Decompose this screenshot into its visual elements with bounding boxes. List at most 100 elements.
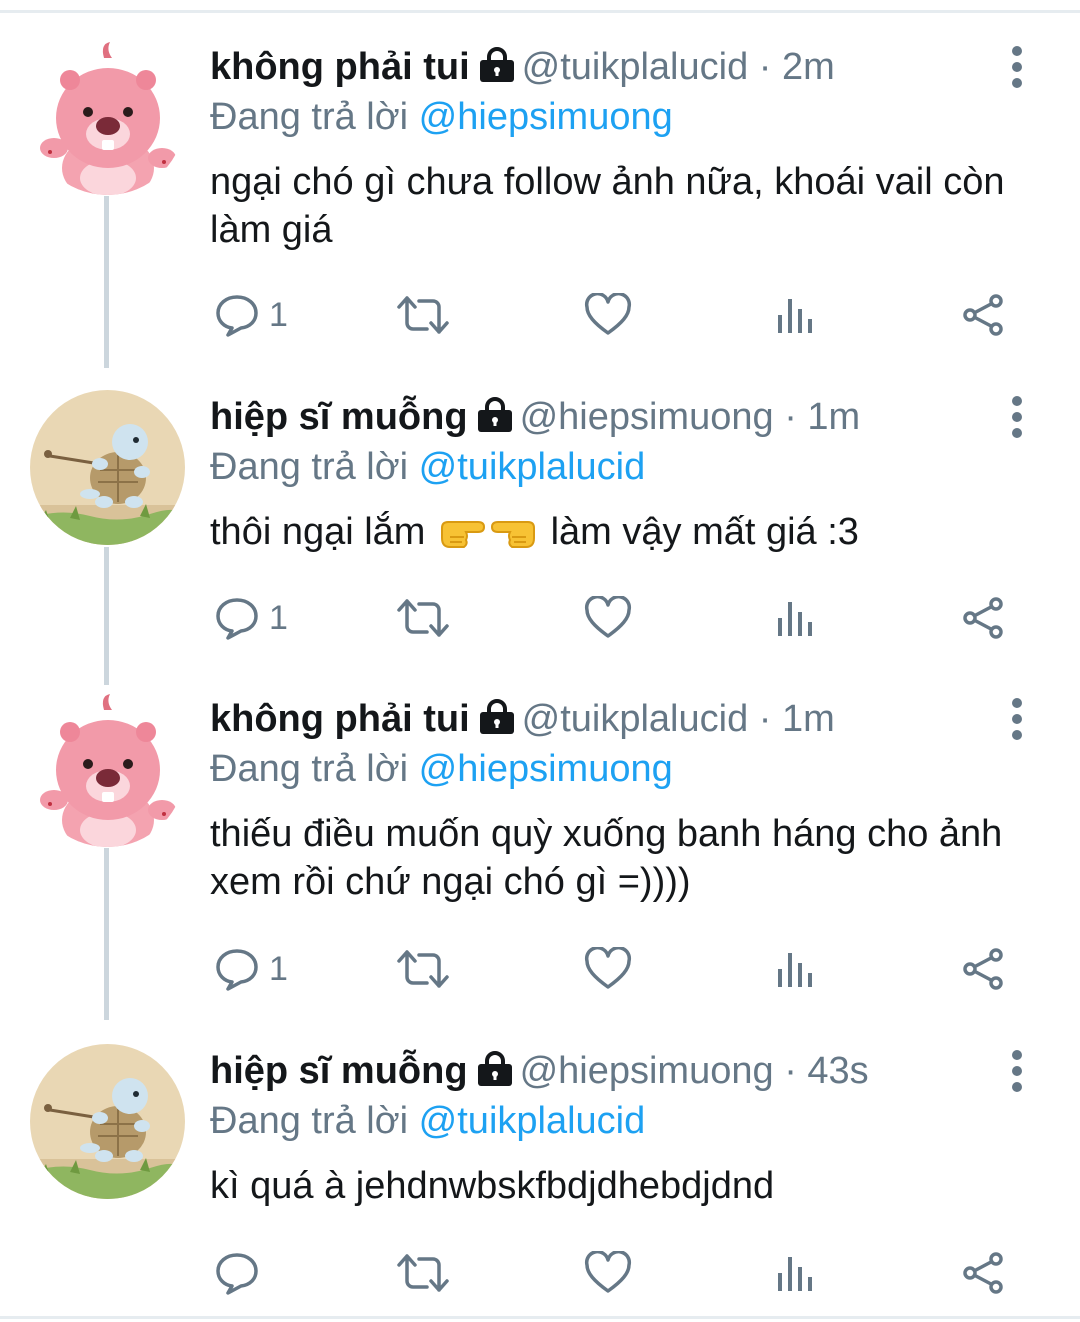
display-name[interactable]: không phải tui xyxy=(210,698,470,740)
display-name[interactable]: hiệp sĩ muỗng xyxy=(210,1050,468,1092)
lock-icon xyxy=(478,698,516,748)
replying-to-label: Đang trả lời xyxy=(210,748,409,790)
analytics-button[interactable] xyxy=(775,290,815,340)
retweet-button[interactable] xyxy=(395,944,451,994)
like-icon xyxy=(584,947,632,991)
share-button[interactable] xyxy=(960,593,1006,643)
display-name[interactable]: hiệp sĩ muỗng xyxy=(210,396,468,438)
share-button[interactable] xyxy=(960,944,1006,994)
retweet-button[interactable] xyxy=(395,593,451,643)
separator-dot: · xyxy=(784,1050,797,1092)
user-handle[interactable]: @tuikplalucid xyxy=(522,46,749,88)
tweet-text: thiếu điều muốn quỳ xuống banh háng cho … xyxy=(210,813,1003,903)
retweet-icon xyxy=(395,293,451,337)
like-button[interactable] xyxy=(584,1248,632,1298)
reply-button[interactable] xyxy=(215,1248,269,1298)
user-handle[interactable]: @tuikplalucid xyxy=(522,698,749,740)
retweet-icon xyxy=(395,596,451,640)
separator-dot: · xyxy=(758,698,772,740)
avatar[interactable] xyxy=(30,692,185,847)
pink-beaver-avatar xyxy=(30,40,185,195)
replying-to-label: Đang trả lời xyxy=(210,96,409,138)
lock-icon xyxy=(476,396,514,446)
retweet-button[interactable] xyxy=(395,1248,451,1298)
analytics-icon xyxy=(775,596,815,640)
replying-to: Đang trả lời @hiepsimuong xyxy=(210,92,673,142)
replying-to: Đang trả lời @tuikplalucid xyxy=(210,1096,645,1146)
tweet-actions: 1 xyxy=(210,290,1030,340)
pointing-right-emoji-icon xyxy=(438,510,486,562)
reply-button[interactable]: 1 xyxy=(215,290,288,340)
replying-to-handle[interactable]: @tuikplalucid xyxy=(419,446,646,488)
like-button[interactable] xyxy=(584,593,632,643)
reply-button[interactable]: 1 xyxy=(215,593,288,643)
reply-button[interactable]: 1 xyxy=(215,944,288,994)
reply-count: 1 xyxy=(269,295,288,334)
more-icon[interactable] xyxy=(1005,1049,1029,1093)
like-icon xyxy=(584,596,632,640)
tweet-header: hiệp sĩ muỗng @hiepsimuong · 43s xyxy=(210,1046,869,1096)
share-button[interactable] xyxy=(960,290,1006,340)
user-handle[interactable]: @hiepsimuong xyxy=(520,396,774,438)
retweet-icon xyxy=(395,1251,451,1295)
tweet-header: không phải tui @tuikplalucid · 2m xyxy=(210,42,835,92)
retweet-button[interactable] xyxy=(395,290,451,340)
tweet-header: hiệp sĩ muỗng @hiepsimuong · 1m xyxy=(210,392,860,442)
tweet[interactable]: không phải tui @tuikplalucid · 1m Đang tr… xyxy=(0,652,1080,1002)
replying-to-handle[interactable]: @tuikplalucid xyxy=(419,1100,646,1142)
separator-dot: · xyxy=(758,46,772,88)
share-button[interactable] xyxy=(960,1248,1006,1298)
replying-to-handle[interactable]: @hiepsimuong xyxy=(419,96,673,138)
turtle-cartoon-avatar xyxy=(30,1044,185,1199)
more-icon[interactable] xyxy=(1005,45,1029,89)
like-button[interactable] xyxy=(584,944,632,994)
tweet-actions xyxy=(210,1248,1030,1298)
analytics-button[interactable] xyxy=(775,1248,815,1298)
tweet-actions: 1 xyxy=(210,593,1030,643)
lock-icon xyxy=(478,46,516,96)
timestamp[interactable]: 43s xyxy=(807,1050,868,1092)
share-icon xyxy=(960,596,1006,640)
lock-icon xyxy=(476,1050,514,1100)
like-icon xyxy=(584,293,632,337)
more-icon[interactable] xyxy=(1005,395,1029,439)
pointing-left-emoji-icon xyxy=(490,510,538,562)
analytics-button[interactable] xyxy=(775,944,815,994)
tweet-text-after: làm vậy mất giá :3 xyxy=(550,511,859,553)
avatar[interactable] xyxy=(30,40,185,195)
analytics-icon xyxy=(775,1251,815,1295)
turtle-cartoon-avatar xyxy=(30,390,185,545)
timestamp[interactable]: 1m xyxy=(807,396,860,438)
tweet[interactable]: không phải tui @tuikplalucid · 2m Đang tr… xyxy=(0,0,1080,350)
replying-to: Đang trả lời @tuikplalucid xyxy=(210,442,645,492)
reply-icon xyxy=(215,293,259,337)
replying-to-handle[interactable]: @hiepsimuong xyxy=(419,748,673,790)
timestamp[interactable]: 2m xyxy=(782,46,835,88)
tweet-header: không phải tui @tuikplalucid · 1m xyxy=(210,694,835,744)
share-icon xyxy=(960,1251,1006,1295)
tweet-text: thôi ngại lắm làm vậy mất giá :3 xyxy=(210,508,1030,562)
more-icon[interactable] xyxy=(1005,697,1029,741)
user-handle[interactable]: @hiepsimuong xyxy=(520,1050,774,1092)
analytics-button[interactable] xyxy=(775,593,815,643)
pink-beaver-avatar xyxy=(30,692,185,847)
display-name[interactable]: không phải tui xyxy=(210,46,470,88)
reply-count: 1 xyxy=(269,949,288,988)
share-icon xyxy=(960,293,1006,337)
like-icon xyxy=(584,1251,632,1295)
reply-icon xyxy=(215,1251,259,1295)
replying-to-label: Đang trả lời xyxy=(210,1100,409,1142)
like-button[interactable] xyxy=(584,290,632,340)
retweet-icon xyxy=(395,947,451,991)
avatar[interactable] xyxy=(30,1044,185,1199)
timestamp[interactable]: 1m xyxy=(782,698,835,740)
tweet-text: kì quá à jehdnwbskfbdjdhebdjdnd xyxy=(210,1165,775,1207)
replying-to: Đang trả lời @hiepsimuong xyxy=(210,744,673,794)
tweet[interactable]: hiệp sĩ muỗng @hiepsimuong · 43s Đang trả… xyxy=(0,1004,1080,1314)
avatar[interactable] xyxy=(30,390,185,545)
analytics-icon xyxy=(775,947,815,991)
tweet[interactable]: hiệp sĩ muỗng @hiepsimuong · 1m Đang trả … xyxy=(0,350,1080,680)
reply-icon xyxy=(215,947,259,991)
analytics-icon xyxy=(775,293,815,337)
replying-to-label: Đang trả lời xyxy=(210,446,409,488)
